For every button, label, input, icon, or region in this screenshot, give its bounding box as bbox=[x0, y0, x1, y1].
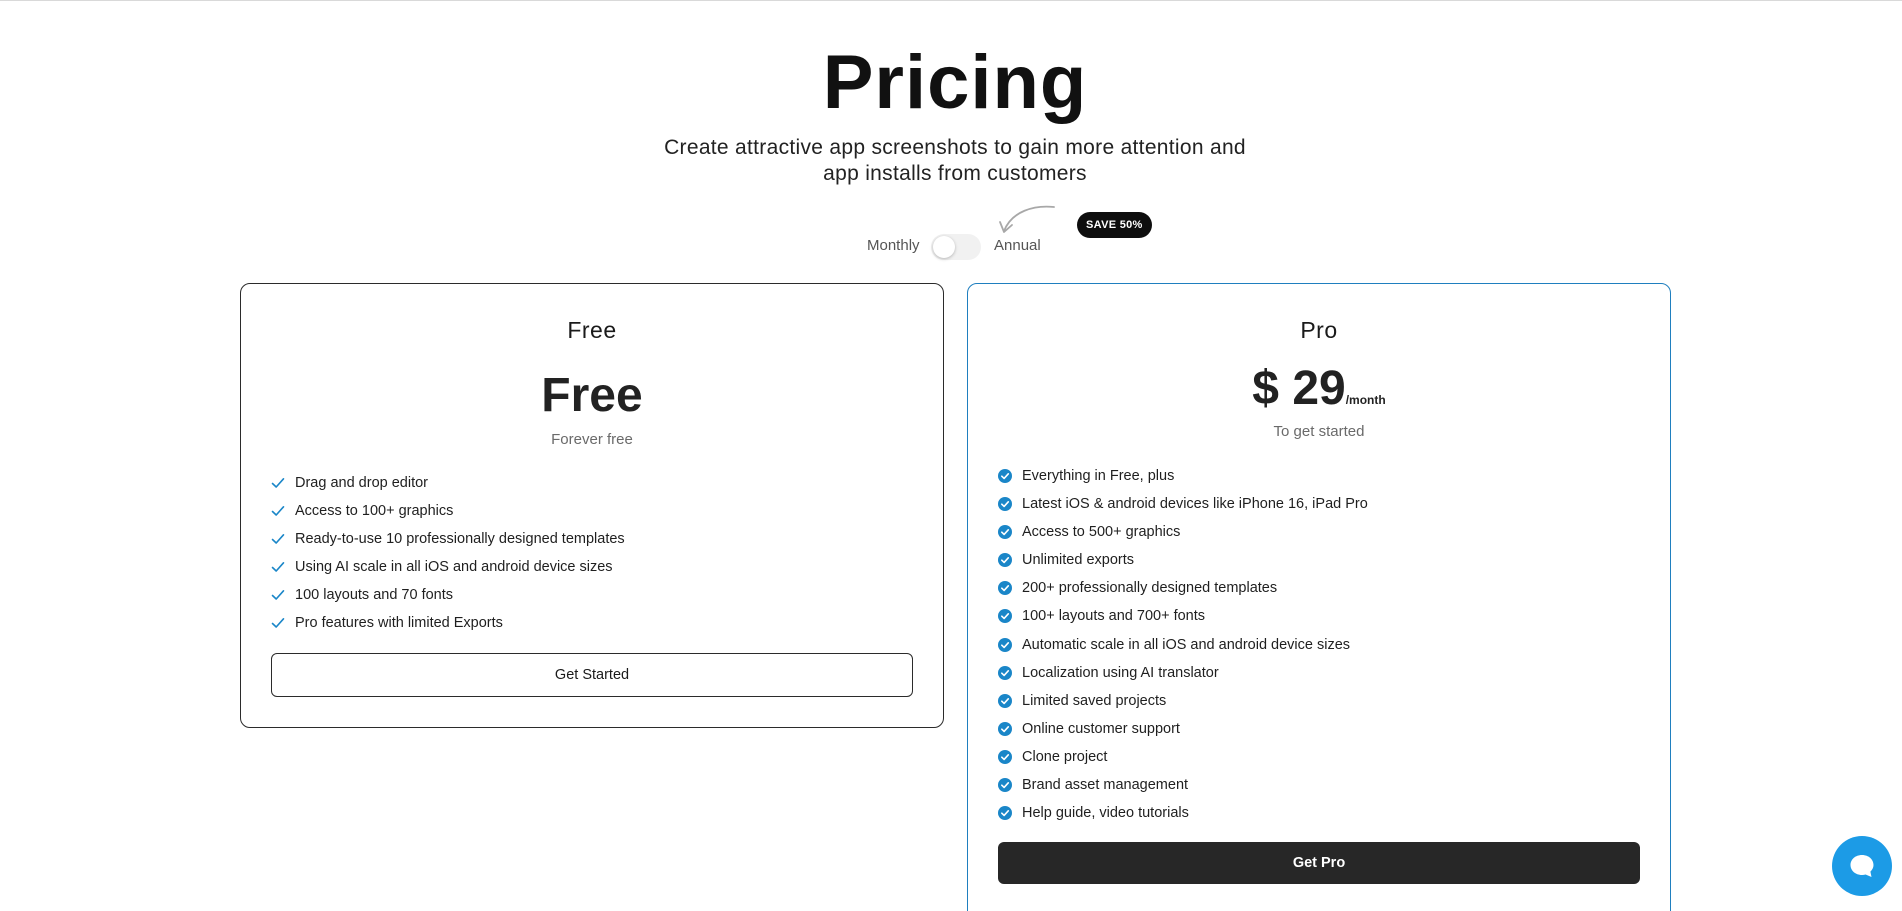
check-circle-icon bbox=[998, 469, 1012, 483]
check-circle-icon bbox=[998, 749, 1012, 764]
feature-item: Online customer support bbox=[998, 719, 1368, 747]
get-started-button[interactable]: Get Started bbox=[271, 653, 913, 697]
feature-text: Access to 100+ graphics bbox=[295, 503, 454, 520]
feature-item: Access to 100+ graphics bbox=[271, 501, 625, 529]
feature-item: 100+ layouts and 700+ fonts bbox=[998, 606, 1368, 634]
price-amount: $ 29 bbox=[1252, 362, 1346, 415]
feature-item: Latest iOS & android devices like iPhone… bbox=[998, 494, 1368, 522]
feature-list: Drag and drop editor Access to 100+ grap… bbox=[271, 473, 625, 642]
feature-text: 100+ layouts and 700+ fonts bbox=[1022, 608, 1206, 625]
feature-text: 100 layouts and 70 fonts bbox=[295, 587, 454, 604]
check-icon bbox=[271, 534, 285, 544]
check-circle-icon bbox=[998, 609, 1012, 624]
feature-text: Clone project bbox=[1022, 748, 1108, 765]
save-badge: SAVE 50% bbox=[1077, 212, 1152, 238]
feature-text: Access to 500+ graphics bbox=[1022, 524, 1181, 541]
feature-item: Help guide, video tutorials bbox=[998, 803, 1368, 831]
check-circle-icon bbox=[998, 693, 1012, 708]
feature-item: Pro features with limited Exports bbox=[271, 613, 625, 641]
check-circle-icon bbox=[998, 806, 1012, 821]
feature-item: Drag and drop editor bbox=[271, 473, 625, 501]
plan-card-pro: Pro $ 29/month To get started Everything… bbox=[967, 283, 1671, 911]
check-icon bbox=[271, 506, 285, 516]
feature-text: Pro features with limited Exports bbox=[295, 615, 503, 632]
feature-text: Ready-to-use 10 professionally designed … bbox=[295, 531, 625, 548]
feature-text: Help guide, video tutorials bbox=[1022, 805, 1189, 822]
check-circle-icon bbox=[998, 778, 1012, 793]
feature-text: Automatic scale in all iOS and android d… bbox=[1022, 636, 1351, 653]
feature-item: Unlimited exports bbox=[998, 550, 1368, 578]
annual-label[interactable]: Annual bbox=[994, 237, 1041, 254]
feature-text: Brand asset management bbox=[1022, 777, 1189, 794]
feature-item: Everything in Free, plus bbox=[998, 466, 1368, 494]
feature-item: 100 layouts and 70 fonts bbox=[271, 585, 625, 613]
check-circle-icon bbox=[998, 581, 1012, 596]
get-pro-button[interactable]: Get Pro bbox=[998, 842, 1640, 884]
feature-text: Online customer support bbox=[1022, 720, 1180, 737]
feature-item: Limited saved projects bbox=[998, 691, 1368, 719]
billing-toggle: Monthly Annual bbox=[0, 227, 1902, 267]
feature-item: Automatic scale in all iOS and android d… bbox=[998, 635, 1368, 663]
check-circle-icon bbox=[998, 637, 1012, 652]
plan-name: Pro bbox=[1300, 317, 1338, 343]
price-period: /month bbox=[1345, 393, 1386, 407]
page-subtitle: Create attractive app screenshots to gai… bbox=[664, 136, 1246, 185]
chat-bubble-icon bbox=[1850, 855, 1874, 877]
feature-text: Limited saved projects bbox=[1022, 692, 1167, 709]
plan-name: Free bbox=[567, 317, 617, 343]
plan-note: Forever free bbox=[551, 431, 633, 448]
check-circle-icon bbox=[998, 665, 1012, 680]
pricing-page: Pricing Create attractive app screenshot… bbox=[0, 0, 1902, 911]
plan-price: Free bbox=[241, 368, 943, 423]
price-amount: Free bbox=[541, 369, 643, 422]
check-circle-icon bbox=[998, 553, 1012, 568]
check-icon bbox=[271, 478, 285, 488]
feature-item: Using AI scale in all iOS and android de… bbox=[271, 557, 625, 585]
plan-card-free: Free Free Forever free Drag and drop edi… bbox=[240, 283, 944, 728]
feature-item: Localization using AI translator bbox=[998, 663, 1368, 691]
feature-text: Everything in Free, plus bbox=[1022, 468, 1175, 484]
check-circle-icon bbox=[998, 497, 1012, 512]
billing-period-switch[interactable] bbox=[931, 234, 981, 260]
check-icon bbox=[271, 618, 285, 629]
feature-item: Brand asset management bbox=[998, 775, 1368, 803]
check-circle-icon bbox=[998, 525, 1012, 540]
chat-launcher-button[interactable] bbox=[1832, 836, 1892, 896]
feature-text: Latest iOS & android devices like iPhone… bbox=[1022, 496, 1368, 513]
plan-price: $ 29/month bbox=[968, 361, 1670, 416]
feature-text: Localization using AI translator bbox=[1022, 664, 1219, 681]
feature-text: Drag and drop editor bbox=[295, 475, 428, 491]
feature-text: 200+ professionally designed templates bbox=[1022, 580, 1278, 597]
check-icon bbox=[271, 590, 285, 601]
feature-item: 200+ professionally designed templates bbox=[998, 578, 1368, 606]
feature-item: Ready-to-use 10 professionally designed … bbox=[271, 529, 625, 557]
check-icon bbox=[271, 562, 285, 573]
feature-item: Clone project bbox=[998, 747, 1368, 775]
monthly-label[interactable]: Monthly bbox=[867, 237, 920, 254]
plan-note: To get started bbox=[1273, 423, 1365, 440]
feature-text: Unlimited exports bbox=[1022, 552, 1135, 569]
curved-arrow-icon bbox=[999, 205, 1055, 233]
page-title: Pricing bbox=[822, 40, 1088, 125]
feature-item: Access to 500+ graphics bbox=[998, 522, 1368, 550]
feature-list: Everything in Free, plus Latest iOS & an… bbox=[998, 466, 1368, 831]
toggle-knob bbox=[933, 236, 955, 258]
check-circle-icon bbox=[998, 721, 1012, 736]
feature-text: Using AI scale in all iOS and android de… bbox=[295, 559, 613, 576]
